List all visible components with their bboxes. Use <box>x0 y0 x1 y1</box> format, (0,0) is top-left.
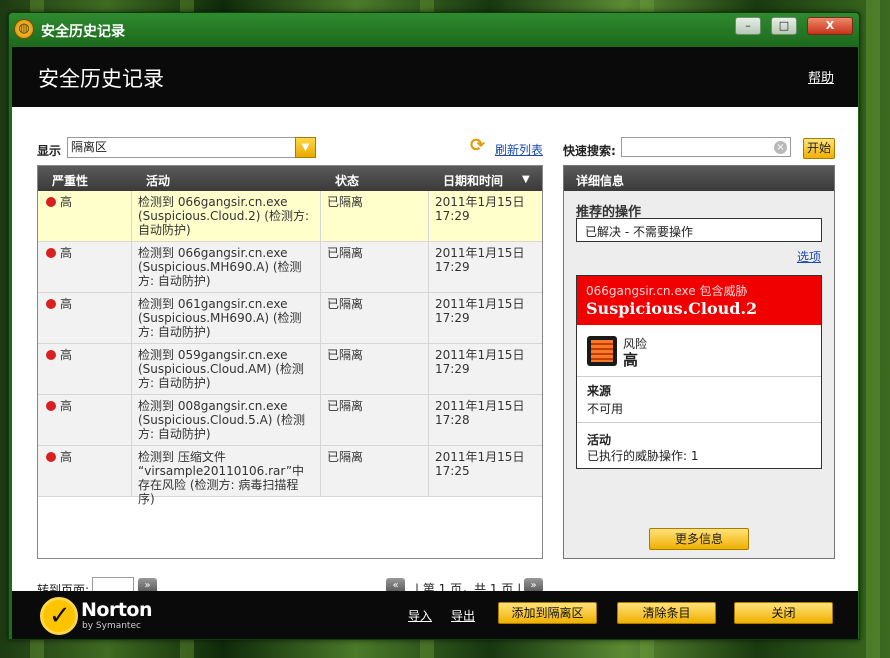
activity-cell: 检测到 008gangsir.cn.exe (Suspicious.Cloud.… <box>132 395 321 446</box>
chevron-down-icon[interactable]: ▼ <box>295 137 316 158</box>
table-header: 严重性 活动 状态 日期和时间 ▼ <box>38 166 542 191</box>
table-row[interactable]: 高 检测到 061gangsir.cn.exe (Suspicious.MH69… <box>38 293 542 344</box>
threat-name: Suspicious.Cloud.2 <box>586 299 758 318</box>
activity-cell: 检测到 066gangsir.cn.exe (Suspicious.MH690.… <box>132 242 321 293</box>
status-cell: 已隔离 <box>321 242 429 293</box>
norton-brand: Norton <box>81 599 153 621</box>
help-link[interactable]: 帮助 <box>808 67 834 86</box>
table-row[interactable]: 高 检测到 066gangsir.cn.exe (Suspicious.MH69… <box>38 242 542 293</box>
date-cell: 2011年1月15日 17:28 <box>435 399 525 427</box>
date-cell: 2011年1月15日 17:29 <box>435 195 525 223</box>
severity-high-icon <box>46 350 56 360</box>
search-input[interactable] <box>621 137 791 157</box>
status-cell: 已隔离 <box>321 395 429 446</box>
history-table: 严重性 活动 状态 日期和时间 ▼ 高 检测到 066gangsir.cn.ex… <box>37 165 543 559</box>
norton-by-symantec: by Symantec <box>82 621 141 631</box>
table-row[interactable]: 高 检测到 066gangsir.cn.exe (Suspicious.Clou… <box>38 191 542 242</box>
title-bar[interactable]: ◍ 安全历史记录 – □ X <box>9 13 859 47</box>
quick-search-label: 快速搜索: <box>563 144 616 158</box>
source-value: 不可用 <box>587 402 624 416</box>
severity-text: 高 <box>60 246 73 260</box>
status-cell: 已隔离 <box>321 191 429 242</box>
severity-high-icon <box>46 401 56 411</box>
start-search-button[interactable]: 开始 <box>803 138 835 159</box>
date-cell: 2011年1月15日 17:25 <box>435 450 525 478</box>
column-status[interactable]: 状态 <box>335 172 359 189</box>
sort-desc-icon[interactable]: ▼ <box>522 174 530 185</box>
filter-dropdown[interactable]: 隔离区 ▼ <box>67 137 316 158</box>
refresh-icon[interactable]: ⟳ <box>470 136 490 156</box>
main-content: 显示 隔离区 ▼ ⟳ 刷新列表 严重性 活动 状态 日期和时间 ▼ 高 检测到 … <box>12 107 858 597</box>
more-info-button[interactable]: 更多信息 <box>649 528 749 550</box>
severity-high-icon <box>46 248 56 258</box>
severity-text: 高 <box>60 399 73 413</box>
status-cell: 已隔离 <box>321 446 429 497</box>
severity-text: 高 <box>60 450 73 464</box>
severity-cell: 高 <box>38 395 132 446</box>
clear-search-icon[interactable]: × <box>774 141 787 154</box>
add-to-quarantine-button[interactable]: 添加到隔离区 <box>498 602 597 624</box>
activity-cell: 检测到 066gangsir.cn.exe (Suspicious.Cloud.… <box>132 191 321 242</box>
window-title: 安全历史记录 <box>41 24 125 40</box>
severity-cell: 高 <box>38 242 132 293</box>
status-cell: 已隔离 <box>321 344 429 395</box>
severity-text: 高 <box>60 348 73 362</box>
source-title: 来源 <box>587 384 612 398</box>
close-button[interactable]: 关闭 <box>734 602 833 624</box>
activity-title: 活动 <box>587 433 612 447</box>
severity-cell: 高 <box>38 293 132 344</box>
table-row[interactable]: 高 检测到 压缩文件 “virsample20110106.rar”中存在风险 … <box>38 446 542 506</box>
options-link[interactable]: 选项 <box>797 248 821 265</box>
norton-globe-icon: ◍ <box>14 19 34 39</box>
severity-cell: 高 <box>38 446 132 497</box>
column-activity[interactable]: 活动 <box>146 172 170 189</box>
threat-card: 066gangsir.cn.exe 包含威胁 Suspicious.Cloud.… <box>576 275 822 469</box>
activity-cell: 检测到 059gangsir.cn.exe (Suspicious.Cloud.… <box>132 344 321 395</box>
risk-level-icon <box>587 336 617 366</box>
severity-cell: 高 <box>38 344 132 395</box>
date-cell: 2011年1月15日 17:29 <box>435 246 525 274</box>
table-row[interactable]: 高 检测到 059gangsir.cn.exe (Suspicious.Clou… <box>38 344 542 395</box>
severity-cell: 高 <box>38 191 132 242</box>
page-title: 安全历史记录 <box>38 67 164 91</box>
minimize-button[interactable]: – <box>735 17 761 35</box>
severity-high-icon <box>46 197 56 207</box>
table-row[interactable]: 高 检测到 008gangsir.cn.exe (Suspicious.Clou… <box>38 395 542 446</box>
footer: ✓ Norton by Symantec 导入 导出 添加到隔离区 清除条目 关… <box>12 591 858 639</box>
export-link[interactable]: 导出 <box>451 607 475 624</box>
severity-text: 高 <box>60 297 73 311</box>
severity-high-icon <box>46 452 56 462</box>
header: 安全历史记录 帮助 <box>12 47 858 107</box>
app-window: ◍ 安全历史记录 – □ X 安全历史记录 帮助 显示 隔离区 ▼ ⟳ 刷新列表… <box>8 12 860 640</box>
details-panel: 详细信息 推荐的操作 已解决 - 不需要操作 选项 066gangsir.cn.… <box>563 165 835 559</box>
import-link[interactable]: 导入 <box>408 607 432 624</box>
close-window-button[interactable]: X <box>807 17 853 35</box>
filter-value: 隔离区 <box>71 140 108 154</box>
show-label: 显示 <box>37 144 62 158</box>
recommended-action-value: 已解决 - 不需要操作 <box>576 218 822 242</box>
date-cell: 2011年1月15日 17:29 <box>435 297 525 325</box>
risk-value: 高 <box>623 351 639 369</box>
activity-cell: 检测到 压缩文件 “virsample20110106.rar”中存在风险 (检… <box>132 446 321 506</box>
severity-high-icon <box>46 299 56 309</box>
divider <box>577 376 821 377</box>
divider <box>577 422 821 423</box>
details-header: 详细信息 <box>564 166 834 191</box>
norton-logo-icon: ✓ <box>40 597 78 635</box>
maximize-button[interactable]: □ <box>771 17 797 35</box>
clear-entries-button[interactable]: 清除条目 <box>617 602 716 624</box>
activity-cell: 检测到 061gangsir.cn.exe (Suspicious.MH690.… <box>132 293 321 344</box>
column-date[interactable]: 日期和时间 <box>443 172 503 189</box>
severity-text: 高 <box>60 195 73 209</box>
threat-file: 066gangsir.cn.exe 包含威胁 <box>586 284 748 298</box>
threat-banner: 066gangsir.cn.exe 包含威胁 Suspicious.Cloud.… <box>577 276 821 325</box>
refresh-list-link[interactable]: 刷新列表 <box>495 141 543 158</box>
date-cell: 2011年1月15日 17:29 <box>435 348 525 376</box>
status-cell: 已隔离 <box>321 293 429 344</box>
column-severity[interactable]: 严重性 <box>52 172 88 189</box>
activity-value: 已执行的威胁操作: 1 <box>587 449 699 463</box>
